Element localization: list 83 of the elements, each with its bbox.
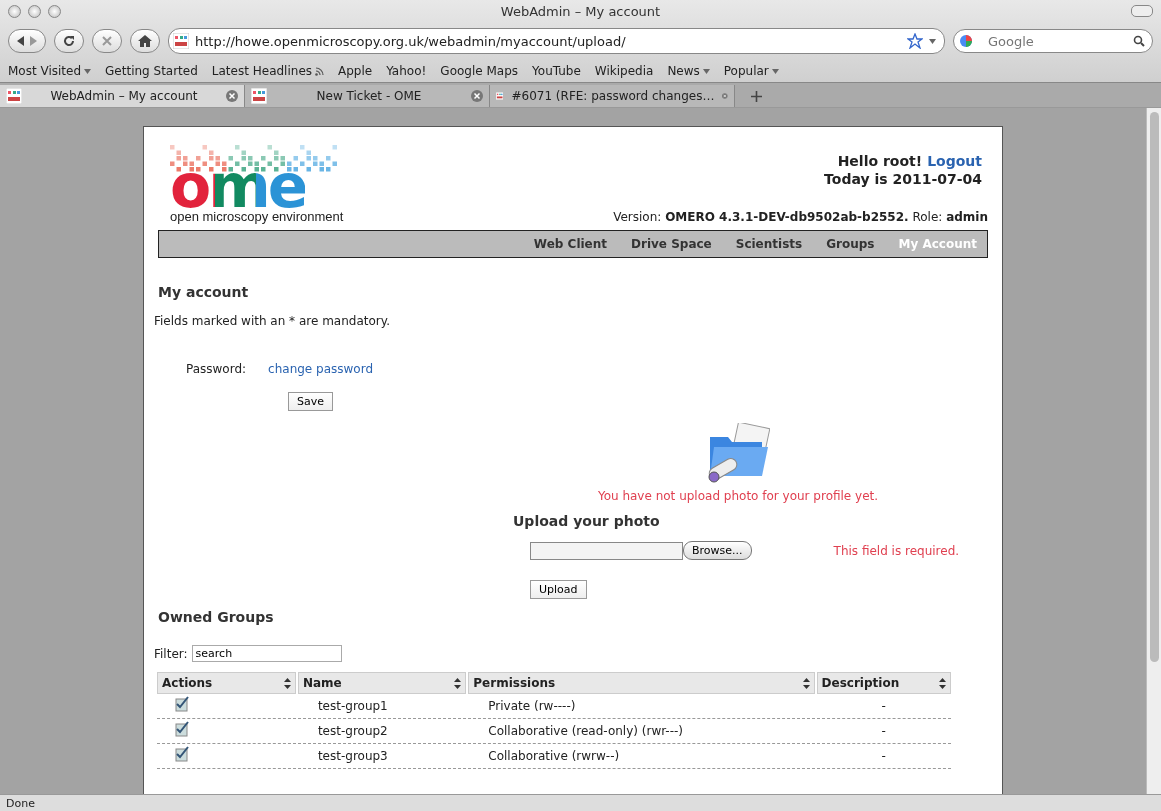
folder-icon xyxy=(706,423,770,485)
filter-label: Filter: xyxy=(154,646,188,661)
browser-tab[interactable]: WebAdmin – My account xyxy=(0,85,245,107)
mandatory-note: Fields marked with an * are mandatory. xyxy=(154,314,391,328)
stop-icon xyxy=(102,36,112,46)
url-field[interactable]: http://howe.openmicroscopy.org.uk/webadmin/myaccount/upload/ xyxy=(168,28,945,54)
upload-heading: Upload your photo xyxy=(513,513,661,529)
google-icon xyxy=(959,34,973,48)
sort-icon xyxy=(283,677,291,689)
browser-tab[interactable]: #6071 (RFE: password changes… xyxy=(490,85,735,107)
bookmark-link[interactable]: Google Maps xyxy=(440,64,519,78)
reload-button[interactable] xyxy=(54,29,84,53)
scrollbar[interactable] xyxy=(1146,108,1161,794)
window-title: WebAdmin – My account xyxy=(499,3,662,19)
version-text: Version: OMERO 4.3.1-DEV-db9502ab-b2552. Role: admin xyxy=(613,210,988,224)
photo-message: You have not upload photo for your profile yet. xyxy=(597,489,879,503)
logout-link[interactable]: Logout xyxy=(927,153,982,169)
stop-button[interactable] xyxy=(92,29,122,53)
table-cell: test-group1 xyxy=(297,694,467,719)
date-text: Today is 2011-07-04 xyxy=(824,171,982,187)
field-label: Password: xyxy=(186,362,247,376)
table-cell: - xyxy=(816,719,951,744)
star-icon[interactable] xyxy=(907,33,923,49)
section-heading: Owned Groups xyxy=(158,609,275,625)
feed-icon xyxy=(315,66,324,76)
table-cell: Private (rw----) xyxy=(468,694,815,719)
search-icon[interactable] xyxy=(1133,35,1145,47)
save-button[interactable]: Save xyxy=(288,392,333,411)
caret-icon xyxy=(771,68,779,74)
sort-icon xyxy=(454,677,462,689)
error-message: This field is required. xyxy=(833,543,960,558)
bookmark-menu[interactable]: Most Visited xyxy=(8,64,92,78)
file-field[interactable] xyxy=(530,541,683,560)
bookmark-link[interactable]: Latest Headlines xyxy=(211,64,324,78)
toolbar-toggle-button[interactable] xyxy=(1131,5,1153,17)
browser-tab[interactable]: New Ticket - OME xyxy=(245,85,490,107)
close-button[interactable] xyxy=(8,4,21,18)
column-header[interactable]: Permissions xyxy=(468,672,815,694)
bookmark-link[interactable]: Apple xyxy=(338,64,373,78)
table-cell: - xyxy=(816,694,951,719)
favicon-icon xyxy=(251,88,267,104)
web-search-field[interactable]: Google xyxy=(953,29,1153,53)
bookmark-link[interactable]: YouTube xyxy=(532,64,581,78)
greeting-text: Hello root! xyxy=(837,153,923,169)
table-cell: test-group2 xyxy=(297,719,467,744)
caret-icon xyxy=(702,68,710,74)
back-forward-button[interactable] xyxy=(8,29,46,53)
change-password-link[interactable]: change password xyxy=(268,362,374,376)
bookmark-menu[interactable]: Popular xyxy=(723,64,779,78)
bookmark-link[interactable]: Getting Started xyxy=(105,64,198,78)
column-header[interactable]: Actions xyxy=(157,672,296,694)
caret-icon xyxy=(84,68,92,74)
table-cell: - xyxy=(816,744,951,769)
nav-link[interactable]: Web Client xyxy=(533,237,608,251)
favicon-icon xyxy=(6,88,22,104)
reload-icon xyxy=(63,35,75,47)
minimize-button[interactable] xyxy=(28,4,41,18)
nav-link[interactable]: Scientists xyxy=(735,237,803,251)
sort-icon xyxy=(939,677,946,689)
bookmark-link[interactable]: Yahoo! xyxy=(386,64,427,78)
favicon-icon xyxy=(173,33,189,49)
logo-tagline: open microscopy environment xyxy=(170,209,344,224)
nav-link[interactable]: Groups xyxy=(826,237,875,251)
filter-field[interactable]: search xyxy=(191,645,342,662)
zoom-button[interactable] xyxy=(48,4,61,18)
table-cell: Collaborative (rwrw--) xyxy=(468,744,815,769)
table-cell: test-group3 xyxy=(297,744,467,769)
plus-icon xyxy=(750,90,762,102)
bookmark-link[interactable]: Wikipedia xyxy=(594,64,654,78)
browse-button[interactable]: Browse... xyxy=(683,541,752,560)
column-header[interactable]: Description xyxy=(816,672,951,694)
home-icon xyxy=(138,35,152,47)
nav-link[interactable]: Drive Space xyxy=(631,237,712,251)
home-button[interactable] xyxy=(130,29,160,53)
table-cell: Collaborative (read-only) (rwr---) xyxy=(468,719,815,744)
column-header[interactable]: Name xyxy=(297,672,467,694)
section-heading: My account xyxy=(158,284,250,300)
bookmark-menu[interactable]: News xyxy=(667,64,710,78)
upload-button[interactable]: Upload xyxy=(530,580,587,599)
back-arrow-icon[interactable] xyxy=(15,35,27,47)
status-bar: Done xyxy=(0,794,1161,811)
sort-icon xyxy=(802,677,810,689)
caret-icon xyxy=(929,38,936,44)
